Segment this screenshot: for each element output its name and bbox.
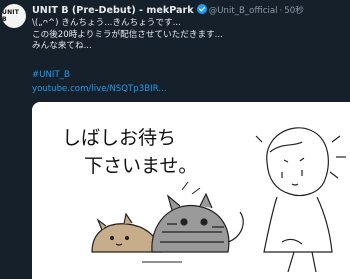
drawing-text-line2: 下さいませ。 — [84, 155, 197, 177]
drawing-illustration: しばしお待ち 下さいませ。 — [62, 127, 346, 273]
striped-cat-illustration — [151, 192, 244, 253]
tweet-text: \(„ᴖ^) きんちょう...きんちょうです... この後20時よりミラが配信さ… — [32, 18, 350, 53]
youtube-link[interactable]: youtube.com/live/NSQTp3BIR... — [32, 84, 166, 94]
verified-badge-icon — [196, 4, 207, 14]
display-name[interactable]: UNIT B (Pre-Debut) - mekPark — [32, 5, 194, 16]
girl-figure — [255, 127, 346, 273]
tweet-line-1: \(„ᴖ^) きんちょう...きんちょうです... — [32, 18, 181, 28]
user-handle[interactable]: @Unit_B_official — [209, 6, 278, 16]
avatar-logo-text: UNIT B — [2, 9, 20, 23]
tweet-line-3: みんな来てね... — [32, 41, 92, 51]
timestamp[interactable]: 50秒 — [284, 6, 304, 16]
hashtag-link[interactable]: #UNIT_B — [32, 70, 70, 80]
separator: · — [279, 6, 283, 16]
tweet[interactable]: UNIT B UNIT B (Pre-Debut) - mekPark @Unit… — [0, 0, 350, 279]
drawing-text-line1: しばしお待ち — [62, 127, 176, 149]
avatar[interactable]: UNIT B — [2, 4, 26, 28]
tweet-image[interactable]: しばしお待ち 下さいませ。 — [32, 102, 350, 279]
tweet-line-2: この後20時よりミラが配信させていただきます... — [32, 29, 223, 40]
tweet-header: UNIT B (Pre-Debut) - mekPark @Unit_B_offi… — [32, 4, 304, 18]
